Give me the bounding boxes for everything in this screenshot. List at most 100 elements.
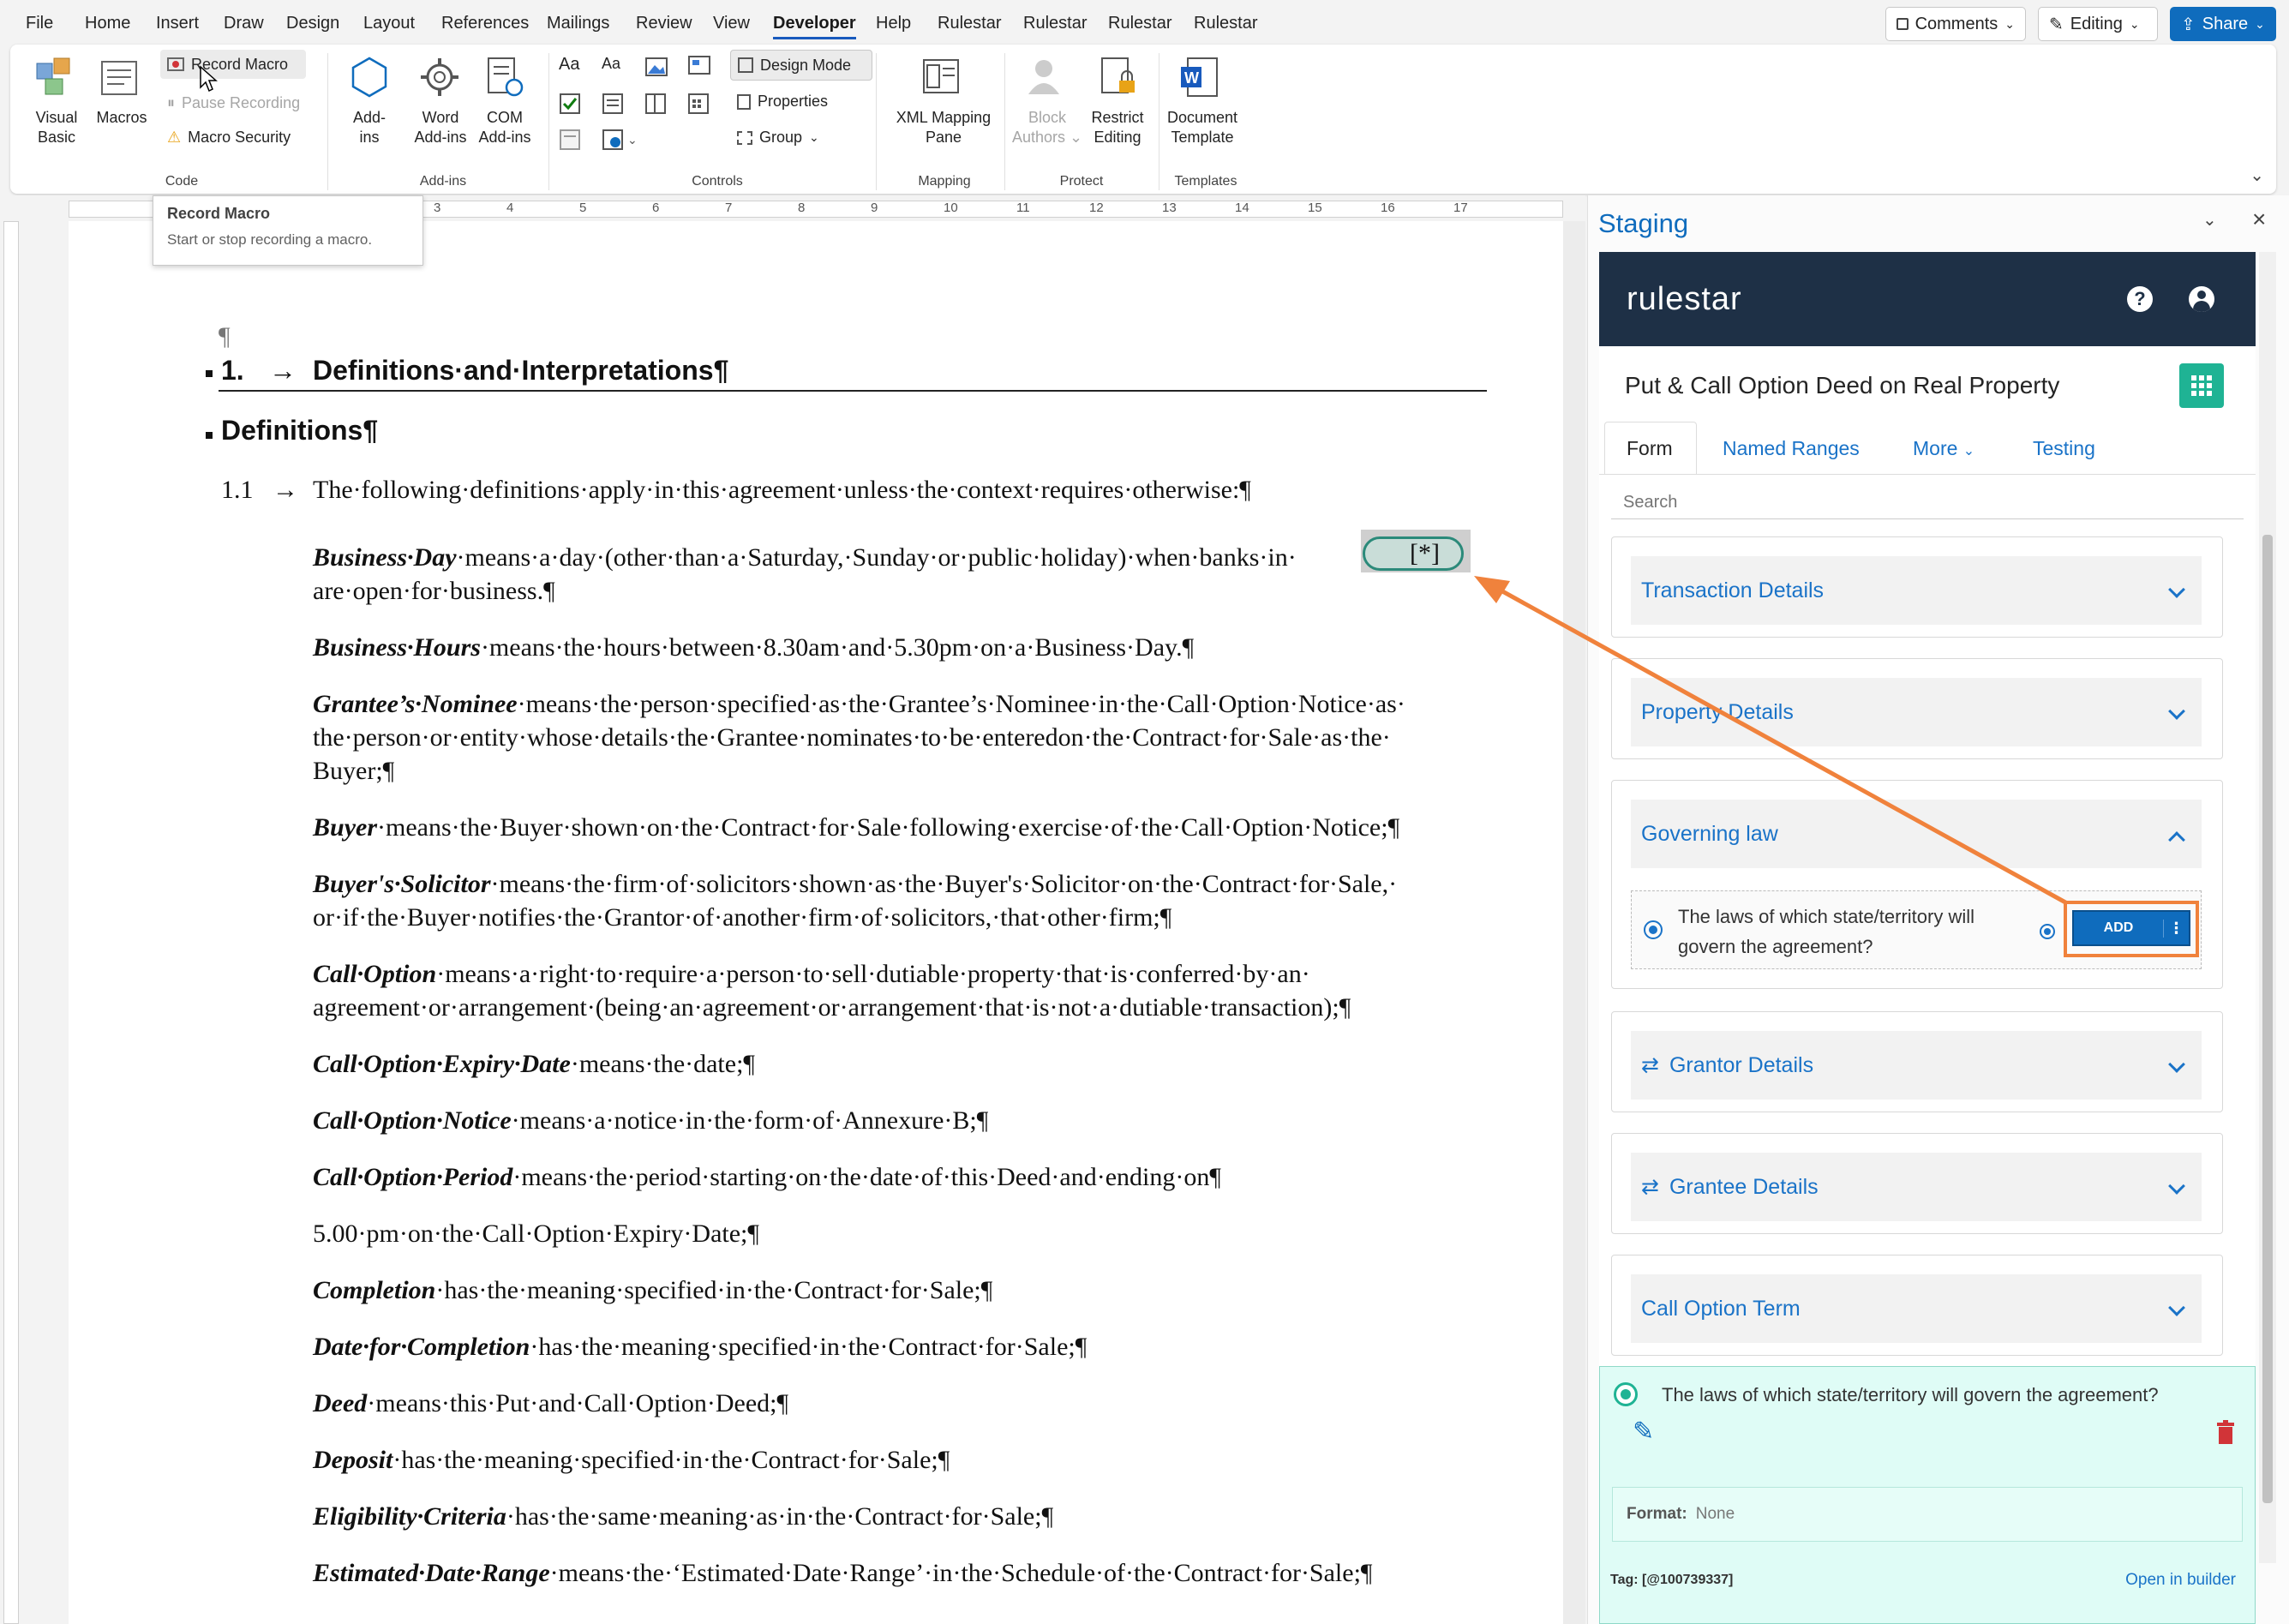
tab-view[interactable]: View [713, 14, 750, 33]
tab-design[interactable]: Design [286, 14, 339, 33]
content-control[interactable]: [*] [1363, 536, 1464, 571]
tab-rulestar-3[interactable]: Rulestar [1108, 14, 1171, 33]
com-addins-button[interactable]: COM Add-ins [470, 108, 539, 147]
add-button[interactable]: ADD ⋮ [2072, 910, 2190, 946]
tab-rulestar-2[interactable]: Rulestar [1023, 14, 1087, 33]
definition-call-option-period-cont[interactable]: 5.00·pm·on·the·Call·Option·Expiry·Date;¶ [313, 1219, 759, 1249]
document-template-button[interactable]: Document Template [1155, 108, 1249, 147]
checkbox-control-icon[interactable] [559, 93, 583, 115]
plain-text-control[interactable]: Aa [602, 55, 620, 73]
date-picker-icon[interactable] [687, 93, 711, 115]
block-authors-button[interactable]: Block Authors ⌄ [1010, 108, 1085, 147]
section-property-details[interactable]: Property Details [1611, 658, 2223, 759]
pause-recording-button[interactable]: ⏸ Pause Recording [167, 94, 300, 112]
macros-button[interactable]: Macros [91, 108, 153, 128]
pane-scrollbar[interactable] [2259, 252, 2276, 1563]
help-icon[interactable]: ? [2127, 286, 2153, 312]
delete-icon[interactable] [2215, 1420, 2236, 1446]
rich-text-control[interactable]: Aa [559, 55, 579, 75]
heading-definitions-interpretations[interactable]: Definitions·and·Interpretations¶ [313, 355, 728, 387]
macro-security-button[interactable]: ⚠ Macro Security [167, 129, 291, 147]
visual-basic-button[interactable]: Visual Basic [22, 108, 91, 147]
definition-call-option-expiry-date[interactable]: Call·Option·Expiry·Date·means·the·date;¶ [313, 1050, 755, 1079]
close-icon[interactable]: × [2252, 206, 2266, 233]
tab-help[interactable]: Help [876, 14, 911, 33]
group-button[interactable]: Group ⌄ [737, 129, 819, 147]
definition-grantees-nominee-line2[interactable]: the·person·or·entity·whose·details·the·G… [313, 723, 1391, 752]
tab-layout[interactable]: Layout [363, 14, 415, 33]
building-block-icon[interactable] [687, 55, 713, 77]
properties-button[interactable]: Properties [737, 93, 828, 111]
tab-review[interactable]: Review [636, 14, 692, 33]
tab-draw[interactable]: Draw [224, 14, 264, 33]
section-transaction-details[interactable]: Transaction Details [1611, 536, 2223, 638]
definition-business-day-line2[interactable]: are·open·for·business.¶ [313, 577, 555, 606]
heading-definitions[interactable]: Definitions¶ [221, 415, 378, 446]
picture-control-icon[interactable] [644, 57, 668, 77]
tab-mailings[interactable]: Mailings [547, 14, 609, 33]
restrict-editing-button[interactable]: Restrict Editing [1082, 108, 1153, 147]
definition-business-day[interactable]: Business·Day·means·a·day·(other·than·a·S… [313, 543, 1297, 572]
section-header[interactable]: Property Details [1631, 678, 2202, 746]
xml-mapping-pane-button[interactable]: XML Mapping Pane [886, 108, 1001, 147]
repeating-section-icon[interactable] [559, 129, 583, 151]
definition-business-hours[interactable]: Business·Hours·means·the·hours·between·8… [313, 633, 1194, 662]
format-field[interactable]: Format: None [1612, 1487, 2243, 1542]
word-addins-button[interactable]: Word Add-ins [406, 108, 475, 147]
definition-estimated-date-range[interactable]: Estimated·Date·Range·means·the·‘Estimate… [313, 1559, 1373, 1588]
tab-references[interactable]: References [441, 14, 529, 33]
definition-buyers-solicitor-line2[interactable]: or·if·the·Buyer·notifies·the·Grantor·of·… [313, 903, 1171, 932]
tab-developer[interactable]: Developer [773, 14, 856, 39]
section-call-option-term[interactable]: Call Option Term [1611, 1255, 2223, 1356]
scrollbar-thumb[interactable] [2262, 535, 2273, 1503]
ribbon-collapse-icon[interactable]: ⌄ [2250, 165, 2264, 186]
more-options-icon[interactable]: ⋮ [2163, 919, 2189, 938]
definition-call-option-notice[interactable]: Call·Option·Notice·means·a·notice·in·the… [313, 1106, 988, 1136]
definition-eligibility-criteria[interactable]: Eligibility·Criteria·has·the·same·meanin… [313, 1502, 1053, 1531]
clause-intro[interactable]: The·following·definitions·apply·in·this·… [313, 476, 1251, 505]
legacy-tools-icon[interactable]: ⌄ [602, 129, 639, 151]
definition-deposit[interactable]: Deposit·has·the·meaning·specified·in·the… [313, 1446, 950, 1475]
definition-buyer[interactable]: Buyer·means·the·Buyer·shown·on·the·Contr… [313, 813, 1399, 842]
tab-testing[interactable]: Testing [2033, 437, 2095, 460]
definition-call-option-period[interactable]: Call·Option·Period·means·the·period·star… [313, 1163, 1221, 1192]
tab-insert[interactable]: Insert [156, 14, 199, 33]
pane-options-icon[interactable]: ⌄ [2202, 209, 2217, 231]
section-header[interactable]: ⇄ Grantor Details [1631, 1031, 2202, 1100]
section-grantor-details[interactable]: ⇄ Grantor Details [1611, 1011, 2223, 1112]
open-in-builder-link[interactable]: Open in builder [2125, 1571, 2236, 1590]
tab-more[interactable]: More ⌄ [1913, 437, 1974, 460]
comments-button[interactable]: Comments ⌄ [1885, 7, 2026, 41]
apps-grid-button[interactable] [2179, 363, 2224, 408]
combo-box-icon[interactable] [602, 93, 626, 115]
section-header[interactable]: Call Option Term [1631, 1274, 2202, 1343]
edit-pencil-icon[interactable]: ✎ [1633, 1417, 1654, 1447]
tab-form[interactable]: Form [1627, 437, 1673, 460]
search-input[interactable] [1611, 487, 2244, 519]
section-grantee-details[interactable]: ⇄ Grantee Details [1611, 1133, 2223, 1234]
tab-named-ranges[interactable]: Named Ranges [1723, 437, 1860, 460]
section-governing-law[interactable]: Governing law The laws of which state/te… [1611, 780, 2223, 989]
section-header[interactable]: ⇄ Grantee Details [1631, 1153, 2202, 1221]
tab-rulestar-1[interactable]: Rulestar [938, 14, 1001, 33]
definition-deed[interactable]: Deed·means·this·Put·and·Call·Option·Deed… [313, 1389, 788, 1418]
locate-icon[interactable] [2040, 924, 2055, 939]
definition-date-for-completion[interactable]: Date·for·Completion·has·the·meaning·spec… [313, 1333, 1087, 1362]
design-mode-button[interactable]: Design Mode [730, 50, 872, 81]
tab-home[interactable]: Home [85, 14, 130, 33]
definition-buyers-solicitor[interactable]: Buyer's·Solicitor·means·the·firm·of·soli… [313, 870, 1397, 899]
definition-grantees-nominee[interactable]: Grantee’s·Nominee·means·the·person·speci… [313, 690, 1405, 719]
record-macro-button[interactable]: Record Macro [160, 50, 306, 79]
editing-mode-button[interactable]: ✎ Editing ⌄ [2038, 7, 2158, 41]
definition-call-option-line2[interactable]: agreement·or·arrangement·(being·an·agree… [313, 993, 1351, 1022]
section-header[interactable]: Governing law [1631, 800, 2202, 868]
definition-call-option[interactable]: Call·Option·means·a·right·to·require·a·p… [313, 960, 1310, 989]
dropdown-list-icon[interactable] [644, 93, 668, 115]
tab-rulestar-4[interactable]: Rulestar [1194, 14, 1257, 33]
document-scrollbar[interactable] [1563, 221, 1585, 1624]
share-button[interactable]: ⇪ Share ⌄ [2170, 7, 2276, 41]
tab-file[interactable]: File [26, 14, 53, 33]
definition-completion[interactable]: Completion·has·the·meaning·specified·in·… [313, 1276, 992, 1305]
user-account-icon[interactable] [2189, 286, 2214, 312]
addins-button[interactable]: Add-ins [343, 108, 396, 147]
